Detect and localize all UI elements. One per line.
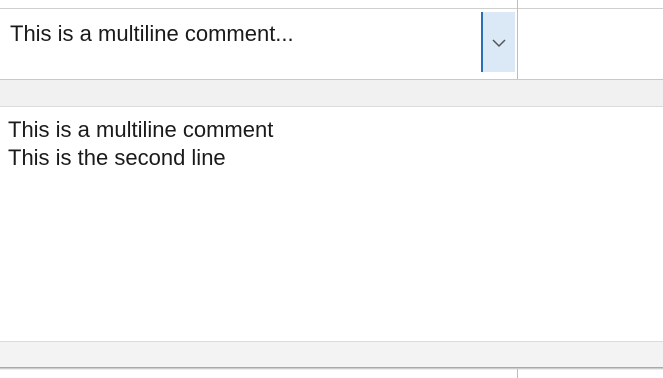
comment-text-area[interactable]: This is a multiline comment This is the … (0, 107, 663, 341)
chevron-down-icon (492, 39, 506, 48)
column-divider-bottom (517, 369, 518, 378)
dropdown-shadow (0, 367, 663, 370)
comment-line-2: This is the second line (8, 145, 226, 170)
comment-line-1: This is a multiline comment (8, 117, 274, 142)
column-divider (517, 0, 518, 80)
row-top-border (0, 8, 663, 9)
dropdown-button[interactable] (481, 12, 515, 72)
dropdown-footer-band (0, 341, 663, 368)
dropdown-header-band (0, 80, 663, 107)
comment-editor: This is a multiline comment... This is a… (0, 0, 663, 378)
comment-cell-value[interactable]: This is a multiline comment... (10, 20, 294, 48)
comment-cell-row: This is a multiline comment... (0, 0, 663, 80)
